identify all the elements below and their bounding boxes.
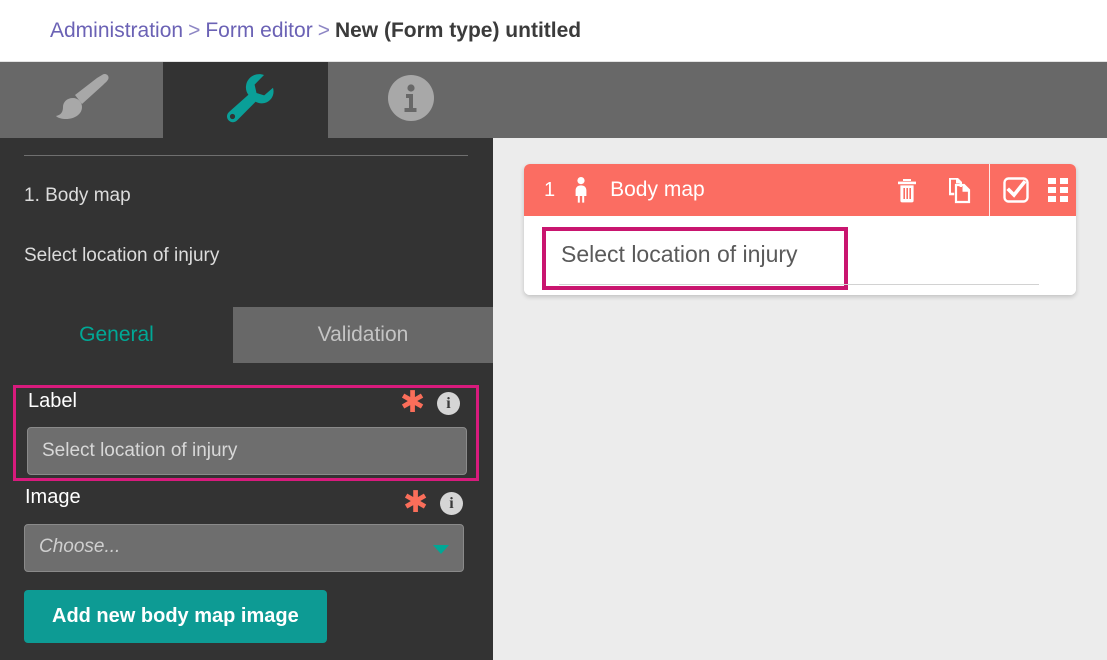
label-field-group: Label ✱ i bbox=[13, 385, 479, 481]
form-field-card-header: 1 Body map bbox=[524, 164, 1076, 216]
drag-grid-icon[interactable] bbox=[1048, 178, 1072, 202]
copy-icon[interactable] bbox=[945, 176, 973, 204]
settings-subtabs: General Validation bbox=[0, 307, 493, 363]
question-label[interactable]: Select location of injury bbox=[561, 241, 798, 268]
chevron-down-icon bbox=[433, 545, 449, 554]
breadcrumb-item-administration[interactable]: Administration bbox=[50, 19, 183, 42]
selected-field-subtitle: Select location of injury bbox=[24, 245, 220, 266]
form-field-card[interactable]: 1 Body map Select location of injury bbox=[524, 164, 1076, 295]
image-field-group: Image ✱ i Choose... bbox=[13, 486, 479, 582]
label-field-header: Label ✱ i bbox=[16, 388, 476, 422]
breadcrumb-item-form-editor[interactable]: Form editor bbox=[205, 19, 312, 42]
person-body-icon bbox=[571, 177, 591, 203]
question-underline bbox=[559, 284, 1039, 285]
image-field-header: Image ✱ i bbox=[13, 486, 479, 520]
selected-field-title: 1. Body map bbox=[24, 185, 131, 206]
info-circle-icon bbox=[383, 70, 439, 131]
editor-toolbar: Need Help? Click Here bbox=[0, 62, 1107, 182]
breadcrumb-bar: Administration > Form editor > New (Form typ… bbox=[0, 0, 1107, 62]
tab-general[interactable]: General bbox=[0, 307, 233, 363]
trash-icon[interactable] bbox=[893, 176, 921, 204]
field-title: Body map bbox=[610, 178, 705, 201]
tab-validation[interactable]: Validation bbox=[233, 307, 493, 363]
add-new-body-map-image-button[interactable]: Add new body map image bbox=[24, 590, 327, 643]
wrench-icon bbox=[217, 71, 275, 130]
label-field-caption: Label bbox=[28, 390, 77, 412]
header-divider bbox=[989, 164, 990, 216]
tab-design[interactable] bbox=[0, 62, 163, 138]
image-field-caption: Image bbox=[25, 486, 81, 508]
tab-info[interactable] bbox=[328, 62, 493, 138]
info-icon[interactable]: i bbox=[440, 492, 463, 515]
breadcrumb-separator: > bbox=[188, 19, 201, 42]
breadcrumb-separator: > bbox=[317, 19, 330, 42]
checkbox-checked-icon[interactable] bbox=[1002, 176, 1030, 204]
image-select-dropdown[interactable]: Choose... bbox=[24, 524, 464, 572]
field-index: 1 bbox=[544, 178, 556, 201]
label-input[interactable] bbox=[27, 427, 467, 475]
form-preview-canvas: 1 Body map Select location of injury bbox=[493, 138, 1107, 660]
form-field-card-body: Select location of injury bbox=[524, 216, 1076, 295]
drag-grid-dots bbox=[1048, 178, 1072, 202]
info-icon[interactable]: i bbox=[437, 392, 460, 415]
breadcrumb: Administration > Form editor > New (Form typ… bbox=[50, 18, 581, 44]
required-asterisk-icon: ✱ bbox=[403, 486, 429, 519]
field-settings-panel: 1. Body map Select location of injury Ge… bbox=[0, 138, 493, 660]
paintbrush-icon bbox=[53, 71, 111, 130]
breadcrumb-item-current: New (Form type) untitled bbox=[334, 19, 582, 42]
required-asterisk-icon: ✱ bbox=[400, 386, 426, 419]
tab-settings[interactable] bbox=[163, 62, 328, 138]
image-select-placeholder: Choose... bbox=[39, 536, 121, 557]
panel-divider bbox=[24, 155, 468, 156]
